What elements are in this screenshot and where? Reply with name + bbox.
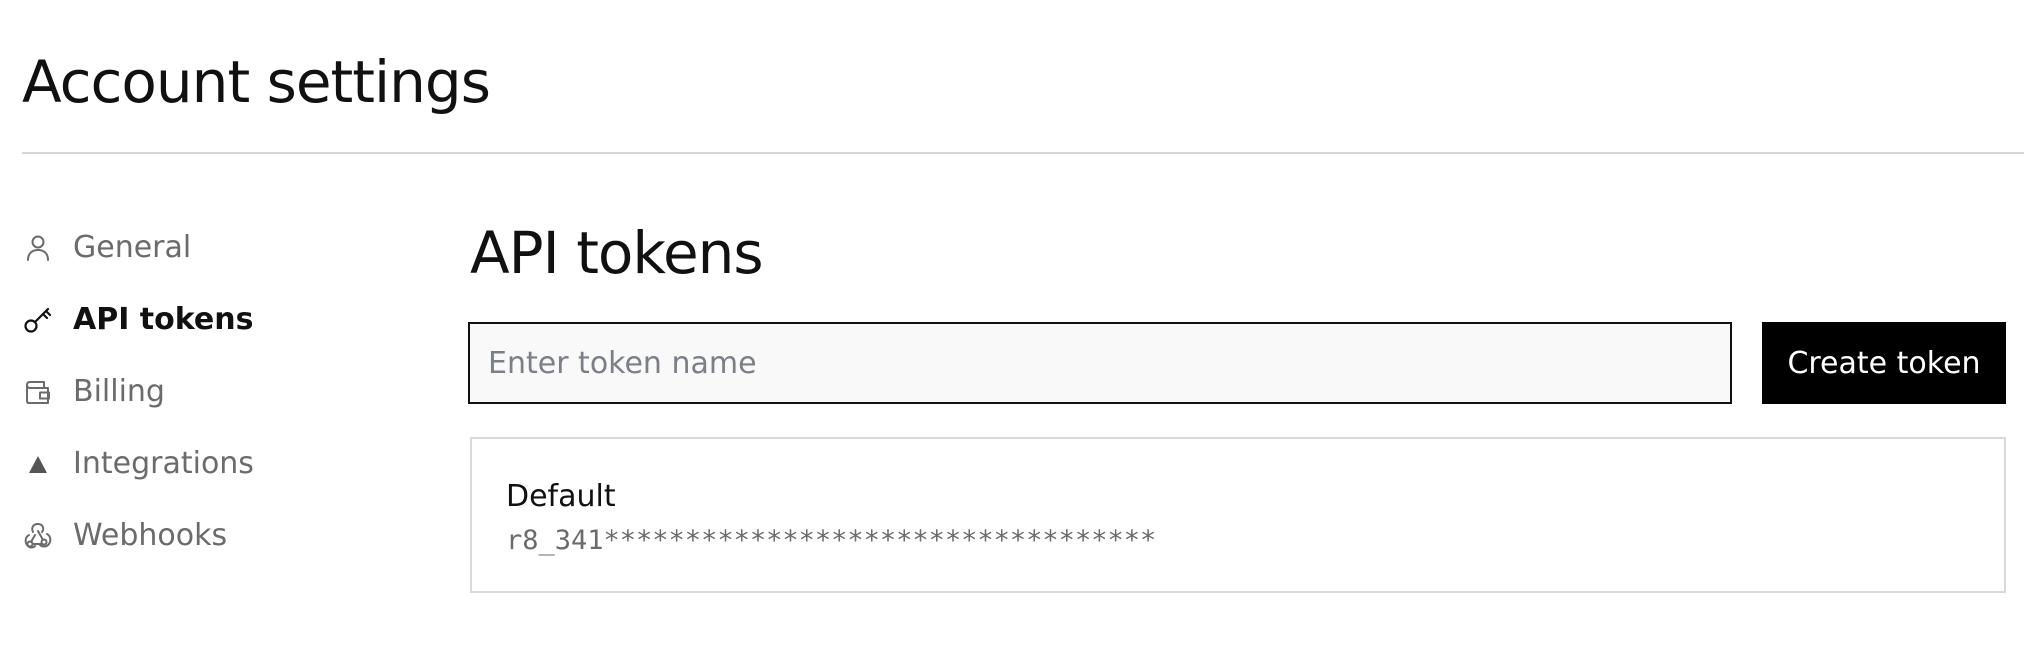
triangle-icon: [22, 448, 54, 480]
sidebar-item-api-tokens[interactable]: API tokens: [22, 284, 402, 356]
sidebar-item-label: Webhooks: [73, 518, 228, 553]
sidebar-item-label: Integrations: [73, 446, 254, 481]
token-name-input[interactable]: [468, 322, 1732, 404]
sidebar-item-webhooks[interactable]: Webhooks: [22, 500, 402, 572]
webhook-icon: [22, 520, 54, 552]
token-value[interactable]: r8_341**********************************: [506, 523, 1156, 559]
sidebar-item-label: API tokens: [73, 302, 254, 337]
create-token-button[interactable]: Create token: [1762, 322, 2006, 404]
settings-sidebar: General API tokens Billing Integrations …: [22, 212, 402, 572]
sidebar-item-billing[interactable]: Billing: [22, 356, 402, 428]
wallet-icon: [22, 376, 54, 408]
key-icon: [22, 304, 54, 336]
header-divider: [22, 152, 2024, 154]
token-name: Default: [506, 479, 616, 514]
sidebar-item-label: Billing: [73, 374, 165, 409]
sidebar-item-integrations[interactable]: Integrations: [22, 428, 402, 500]
page-title: Account settings: [22, 48, 491, 116]
token-card: Default r8_341**************************…: [470, 437, 2006, 593]
section-title: API tokens: [470, 219, 764, 287]
sidebar-item-general[interactable]: General: [22, 212, 402, 284]
user-icon: [22, 232, 54, 264]
sidebar-item-label: General: [73, 230, 192, 265]
